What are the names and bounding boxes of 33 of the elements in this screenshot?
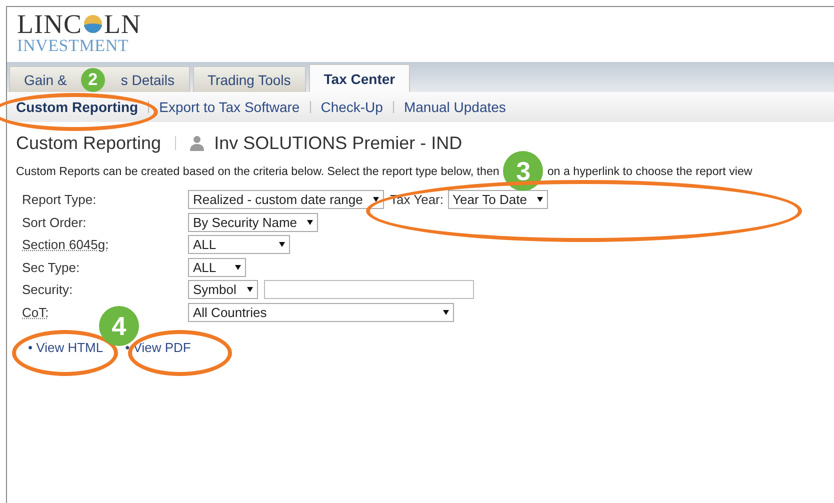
field-label: Sort Order:: [22, 214, 88, 230]
logo-text: LN: [104, 11, 141, 37]
field-label: Section 6045g:: [22, 237, 110, 252]
person-icon: [190, 135, 204, 151]
page-title: Custom Reporting: [16, 132, 162, 154]
select-dropdown[interactable]: Symbol: [188, 280, 258, 300]
step-badge: 3: [503, 151, 544, 191]
select-dropdown[interactable]: All Countries: [188, 302, 454, 322]
select-dropdown[interactable]: ALL: [188, 258, 246, 277]
subnav-link[interactable]: Check-Up: [320, 99, 383, 115]
logo-subtitle: INVESTMENT: [17, 37, 130, 55]
tab[interactable]: Gain & 2 s Details: [9, 66, 190, 92]
account-name: Inv SOLUTIONS Premier - IND: [214, 132, 462, 154]
field-label: CoT:: [22, 304, 50, 320]
select-dropdown[interactable]: Realized - custom date range: [188, 190, 384, 210]
description-text: Custom Reports can be created based on the criteria below. Select the report type below, then: [16, 164, 500, 178]
field-label: Sec Type:: [22, 260, 81, 275]
select-dropdown[interactable]: Year To Date: [448, 190, 548, 210]
step-badge: 2: [80, 68, 105, 92]
field-label: Report Type:: [22, 192, 98, 208]
tab[interactable]: Tax Center: [308, 64, 410, 92]
field-label: Security:: [22, 282, 74, 298]
step-badge: 4: [99, 306, 139, 346]
subnav-link[interactable]: Custom Reporting: [16, 99, 138, 115]
select-dropdown[interactable]: ALL: [188, 235, 290, 254]
description-text: on a hyperlink to choose the report view: [547, 164, 752, 178]
select-dropdown[interactable]: By Security Name: [188, 212, 318, 232]
logo-text: LINC: [17, 11, 82, 37]
subnav-link[interactable]: Manual Updates: [404, 99, 506, 115]
tab[interactable]: Trading Tools: [192, 66, 306, 92]
sun-icon: [83, 14, 103, 34]
subnav-link[interactable]: Export to Tax Software: [159, 99, 300, 115]
input-field[interactable]: [264, 280, 474, 300]
